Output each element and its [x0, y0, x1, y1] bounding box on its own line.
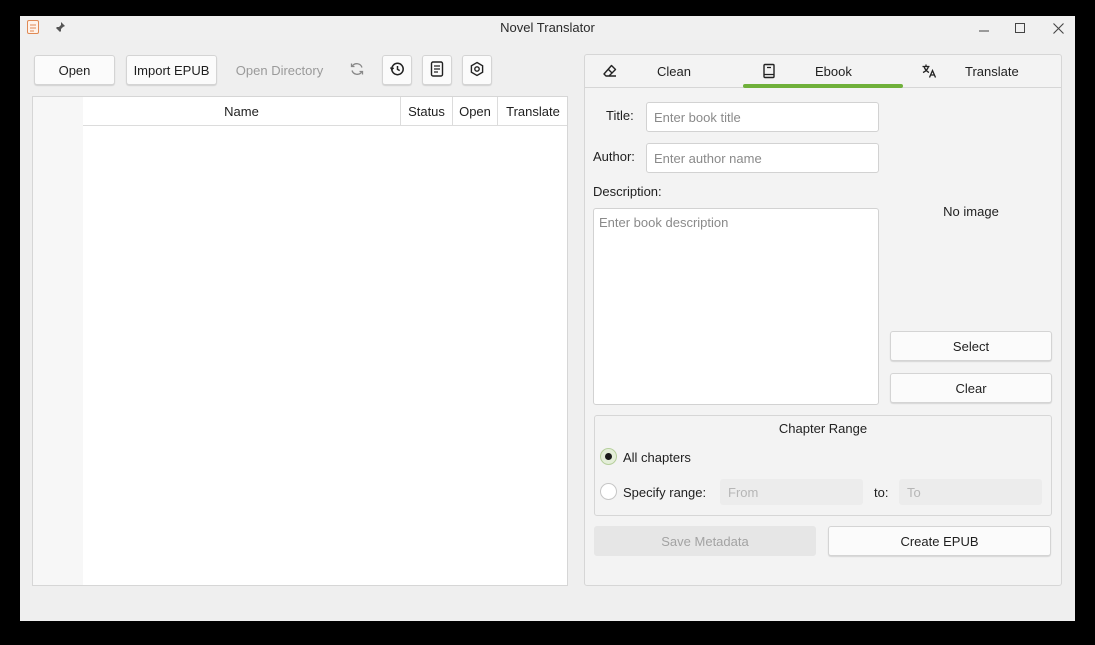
- select-image-button[interactable]: Select: [890, 331, 1052, 361]
- range-to-label: to:: [874, 485, 889, 500]
- app-window: Novel Translator Open Import EPUB Open D…: [20, 16, 1075, 621]
- settings-icon: [469, 61, 485, 80]
- table-header: Name Status Open Translate: [83, 97, 567, 126]
- document-button[interactable]: [422, 55, 452, 85]
- open-button[interactable]: Open: [34, 55, 115, 85]
- tab-clean-label: Clean: [657, 64, 691, 79]
- specify-range-radio[interactable]: [600, 483, 617, 500]
- close-button[interactable]: [1048, 18, 1068, 38]
- maximize-button[interactable]: [1010, 18, 1030, 38]
- tab-ebook[interactable]: Ebook: [743, 55, 903, 88]
- range-to-input[interactable]: [899, 479, 1042, 505]
- file-table: Name Status Open Translate: [32, 96, 568, 586]
- row-header-gutter: [33, 97, 83, 585]
- save-metadata-button[interactable]: Save Metadata: [594, 526, 816, 556]
- column-header-name[interactable]: Name: [83, 97, 401, 126]
- history-button[interactable]: [382, 55, 412, 85]
- tab-translate-label: Translate: [965, 64, 1019, 79]
- title-input[interactable]: [646, 102, 879, 132]
- tab-clean[interactable]: Clean: [585, 55, 743, 88]
- create-epub-button[interactable]: Create EPUB: [828, 526, 1051, 556]
- import-epub-button[interactable]: Import EPUB: [126, 55, 217, 85]
- refresh-button[interactable]: [342, 55, 372, 85]
- book-icon: [761, 63, 777, 79]
- chapter-range-title: Chapter Range: [778, 421, 868, 436]
- clear-image-button[interactable]: Clear: [890, 373, 1052, 403]
- column-header-status[interactable]: Status: [401, 97, 453, 126]
- window-title: Novel Translator: [500, 20, 595, 35]
- document-icon: [430, 60, 444, 80]
- tab-translate[interactable]: Translate: [903, 55, 1063, 88]
- title-bar: Novel Translator: [20, 16, 1075, 40]
- cover-image-placeholder: No image: [943, 204, 999, 219]
- tab-bar: Clean Ebook Translate: [585, 55, 1061, 88]
- refresh-icon: [349, 61, 365, 80]
- active-tab-indicator: [743, 84, 903, 88]
- title-label: Title:: [606, 108, 634, 123]
- eraser-icon: [602, 63, 618, 79]
- description-input[interactable]: [593, 208, 879, 405]
- author-input[interactable]: [646, 143, 879, 173]
- ebook-panel: Clean Ebook Translate Title: Author: Des…: [584, 54, 1062, 586]
- settings-button[interactable]: [462, 55, 492, 85]
- column-header-open[interactable]: Open: [453, 97, 498, 126]
- tab-ebook-label: Ebook: [815, 64, 852, 79]
- column-header-translate[interactable]: Translate: [498, 97, 568, 126]
- minimize-button[interactable]: [974, 18, 994, 38]
- chapter-range-group: Chapter Range All chapters Specify range…: [594, 415, 1052, 516]
- author-label: Author:: [593, 149, 635, 164]
- translate-icon: [921, 63, 937, 79]
- open-directory-button[interactable]: Open Directory: [228, 55, 331, 85]
- history-icon: [389, 61, 405, 80]
- description-label: Description:: [593, 184, 662, 199]
- specify-range-label[interactable]: Specify range:: [623, 485, 706, 500]
- all-chapters-label[interactable]: All chapters: [623, 450, 691, 465]
- range-from-input[interactable]: [720, 479, 863, 505]
- all-chapters-radio[interactable]: [600, 448, 617, 465]
